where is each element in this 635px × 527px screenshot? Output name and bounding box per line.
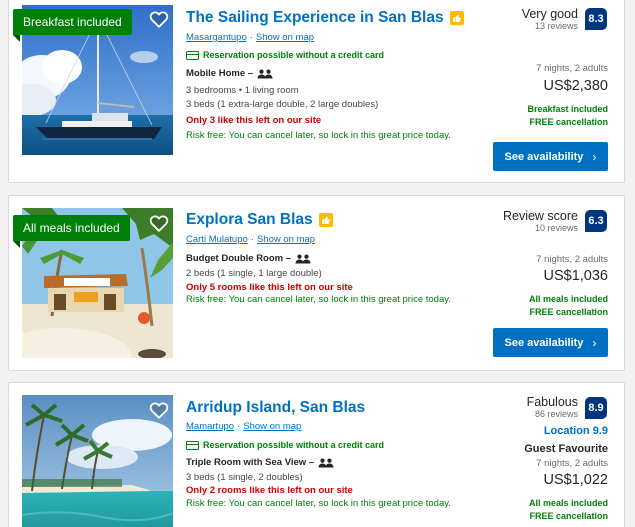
review-summary: Very good 13 reviews (522, 7, 578, 31)
review-score-badge[interactable]: 6.3 (585, 210, 607, 232)
score-word: Fabulous (526, 395, 578, 409)
thumbs-up-icon (318, 213, 333, 227)
room-type: Budget Double Room – (186, 253, 311, 264)
see-availability-label: See availability (504, 336, 584, 349)
two-persons-icon (318, 458, 334, 467)
location-link[interactable]: Carti Mulatupo (186, 234, 248, 245)
location-score: Location 9.9 (543, 425, 608, 437)
location-row: Mamartupo · Show on map (186, 421, 301, 432)
review-count: 10 reviews (534, 223, 578, 233)
property-title-link[interactable]: The Sailing Experience in San Blas (186, 9, 444, 27)
stay-length: 7 nights, 2 adults (536, 458, 608, 469)
title-row: The Sailing Experience in San Blas (186, 7, 464, 29)
location-separator: · (250, 234, 254, 245)
two-persons-icon (295, 254, 311, 263)
score-word: Review score (502, 209, 578, 223)
free-cancellation: FREE cancellation (529, 117, 608, 127)
scarcity-message: Only 3 like this left on our site (186, 115, 322, 126)
no-credit-card-text: Reservation possible without a credit ca… (203, 50, 385, 60)
review-score-badge[interactable]: 8.3 (585, 8, 607, 30)
room-type-label: Mobile Home – (186, 68, 254, 79)
room-type-label: Triple Room with Sea View – (186, 457, 315, 468)
no-credit-card-notice: Reservation possible without a credit ca… (186, 440, 384, 450)
meal-plan-ribbon: All meals included (13, 215, 130, 248)
bed-detail: 3 beds (1 single, 2 doubles) (186, 472, 303, 483)
price: US$1,036 (543, 268, 609, 284)
property-title-link[interactable]: Arridup Island, San Blas (186, 399, 365, 417)
show-on-map-link[interactable]: Show on map (243, 421, 301, 432)
thumbs-up-icon (449, 11, 464, 25)
review-summary: Fabulous 86 reviews (527, 395, 578, 419)
location-row: Masargantupo · Show on map (186, 32, 314, 43)
meal-perk: All meals included (528, 294, 608, 304)
favorite-heart-icon[interactable] (148, 212, 170, 234)
meal-perk: All meals included (528, 498, 608, 508)
room-type-label: Budget Double Room – (186, 253, 292, 264)
free-cancellation: FREE cancellation (529, 307, 608, 317)
price: US$1,022 (543, 472, 609, 488)
location-separator: · (237, 421, 241, 432)
scarcity-message: Only 5 rooms like this left on our site (186, 282, 353, 293)
show-on-map-link[interactable]: Show on map (257, 234, 315, 245)
score-word: Very good (521, 7, 578, 21)
meal-perk: Breakfast included (527, 104, 608, 114)
no-credit-card-text: Reservation possible without a credit ca… (203, 440, 385, 450)
see-availability-button[interactable]: See availability › (493, 328, 608, 357)
free-cancellation: FREE cancellation (529, 511, 608, 521)
see-availability-label: See availability (504, 150, 584, 163)
chevron-right-icon: › (592, 149, 597, 164)
title-row: Explora San Blas (186, 209, 333, 231)
bed-detail: 3 beds (1 extra-large double, 2 large do… (186, 99, 379, 110)
risk-free-message: Risk free: You can cancel later, so lock… (186, 498, 451, 509)
two-persons-icon (257, 69, 273, 78)
review-count: 86 reviews (534, 409, 578, 419)
title-row: Arridup Island, San Blas (186, 397, 365, 419)
review-score-badge[interactable]: 8.9 (585, 397, 607, 419)
property-card: Arridup Island, San Blas Mamartupo · Show … (8, 382, 625, 527)
property-card: All meals included Explora San Blas Cart… (8, 195, 625, 371)
favorite-heart-icon[interactable] (148, 399, 170, 421)
chevron-right-icon: › (592, 335, 597, 350)
no-credit-card-notice: Reservation possible without a credit ca… (186, 50, 384, 60)
favorite-heart-icon[interactable] (148, 8, 170, 30)
room-type: Triple Room with Sea View – (186, 457, 334, 468)
stay-length: 7 nights, 2 adults (536, 63, 608, 74)
see-availability-button[interactable]: See availability › (493, 142, 608, 171)
bed-detail: 2 beds (1 single, 1 large double) (186, 268, 322, 279)
price: US$2,380 (543, 78, 609, 94)
location-row: Carti Mulatupo · Show on map (186, 234, 315, 245)
credit-card-icon (186, 50, 199, 60)
room-detail: 3 bedrooms • 1 living room (186, 85, 299, 96)
risk-free-message: Risk free: You can cancel later, so lock… (186, 130, 451, 141)
guest-favourite-label: Guest Favourite (524, 443, 608, 455)
location-link[interactable]: Mamartupo (186, 421, 234, 432)
show-on-map-link[interactable]: Show on map (256, 32, 314, 43)
room-type: Mobile Home – (186, 68, 273, 79)
risk-free-message: Risk free: You can cancel later, so lock… (186, 294, 451, 305)
review-count: 13 reviews (534, 21, 578, 31)
location-separator: · (249, 32, 253, 43)
scarcity-message: Only 2 rooms like this left on our site (186, 485, 353, 496)
credit-card-icon (186, 440, 199, 450)
review-summary: Review score 10 reviews (503, 209, 578, 233)
property-title-link[interactable]: Explora San Blas (186, 211, 313, 229)
meal-plan-ribbon: Breakfast included (13, 9, 132, 42)
property-card: Breakfast included The Sailing Experienc… (8, 0, 625, 183)
location-link[interactable]: Masargantupo (186, 32, 247, 43)
stay-length: 7 nights, 2 adults (536, 254, 608, 265)
